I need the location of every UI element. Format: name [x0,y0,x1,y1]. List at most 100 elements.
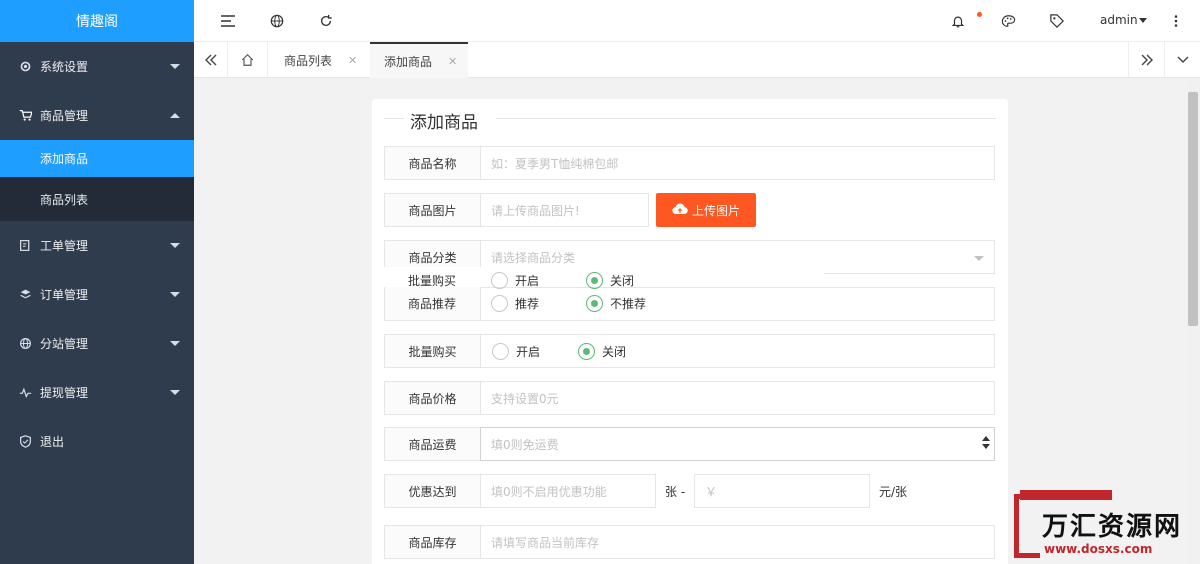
recommend-radio-group: 推荐 不推荐 [491,295,672,312]
watermark-text: 万汇资源网 [1042,512,1183,542]
tab-add-product[interactable]: 添加商品 ✕ [370,42,468,78]
app-logo[interactable]: 情趣阁 [0,0,194,42]
field-label: 商品库存 [384,525,481,559]
product-name-input[interactable]: 如：夏季男T恤纯棉包邮 [480,146,995,180]
field-row-bulk-buy: 批量购买 开启 关闭 [384,334,996,368]
chevron-down-icon[interactable] [1139,18,1147,23]
bulk-buy-radio-group: 开启 关闭 [491,272,660,289]
recommend-yes-radio[interactable]: 推荐 [491,295,539,312]
shield-icon [18,435,32,449]
site-watermark: 万汇资源网 www.dosxs.com [1010,488,1200,564]
radio-label: 不推荐 [610,297,647,311]
ticket-icon [18,239,32,253]
tabs-scroll-left-icon[interactable] [194,42,228,78]
scrollbar-thumb[interactable] [1188,92,1198,326]
close-icon[interactable]: ✕ [348,54,357,67]
upload-image-button[interactable]: 上传图片 [656,193,756,227]
legend-divider [384,118,404,119]
radio-icon [491,295,508,312]
radio-label: 开启 [515,274,540,288]
tabs-menu-chevron-icon[interactable] [1164,42,1200,78]
discount-price-input[interactable]: ￥ [694,474,870,508]
bulk-buy-off-radio[interactable]: 关闭 [578,342,627,360]
radio-icon [491,272,508,289]
sidebar-item-system-settings[interactable]: 系统设置 [0,42,194,91]
chevron-down-icon [170,242,180,248]
recommend-label: 商品推荐 [408,297,457,311]
radio-checked-icon [586,295,604,312]
cloud-upload-icon [672,202,688,218]
field-label: 优惠达到 [384,474,481,508]
chevron-down-icon [974,256,984,261]
radio-icon [492,342,509,360]
field-label: 商品名称 [384,146,481,180]
radio-label: 推荐 [515,297,540,311]
category-select-value: 请选择商品分类 [491,250,576,265]
field-row-shipping: 商品运费 填0则免运费 [384,427,996,461]
cart-icon [18,109,32,123]
sidebar-item-label: 退出 [40,435,65,449]
tab-label: 商品列表 [284,53,333,68]
chevron-down-icon [170,340,180,346]
number-spinner-icon[interactable] [982,436,990,449]
tag-icon[interactable] [1048,12,1066,30]
tab-product-list[interactable]: 商品列表 ✕ [270,42,370,78]
radio-checked-icon [578,342,596,360]
add-product-form: 添加商品 商品名称 如：夏季男T恤纯棉包邮 商品图片 请上传商品图片! 上传图片… [372,99,1008,564]
sidebar-item-label: 工单管理 [40,239,89,253]
field-row-image: 商品图片 请上传商品图片! [384,193,654,227]
field-label: 商品图片 [384,193,481,227]
close-icon[interactable]: ✕ [448,55,457,68]
sidebar-item-logout[interactable]: 退出 [0,417,194,466]
sidebar-item-label: 提现管理 [40,386,89,400]
sidebar-item-add-product[interactable]: 添加商品 [0,140,194,177]
chevron-down-icon [170,389,180,395]
stock-input[interactable]: 请填写商品当前库存 [480,525,995,559]
bell-icon[interactable] [949,12,967,30]
sidebar: 情趣阁 系统设置 商品管理 添加商品 商品列表 工单管理 订单管理 分站管理 提… [0,0,194,564]
sidebar-item-withdrawals[interactable]: 提现管理 [0,368,194,417]
radio-checked-icon [586,272,604,289]
chevron-down-icon [170,291,180,297]
sidebar-item-product-management[interactable]: 商品管理 [0,91,194,140]
bulk-buy-off-radio[interactable]: 关闭 [586,272,634,289]
sidebar-item-tickets[interactable]: 工单管理 [0,221,194,270]
field-label: 批量购买 [384,334,481,368]
user-menu[interactable]: admin [1100,13,1138,27]
product-image-input[interactable]: 请上传商品图片! [480,193,649,227]
notification-dot [977,12,982,17]
shipping-placeholder: 填0则免运费 [491,437,559,452]
layers-icon [18,288,32,302]
sidebar-item-orders[interactable]: 订单管理 [0,270,194,319]
radio-label: 关闭 [602,344,627,359]
globe-icon[interactable] [268,12,286,30]
radio-label: 关闭 [610,274,635,288]
chevron-down-icon [170,63,180,69]
palette-icon[interactable] [999,12,1017,30]
field-row-name: 商品名称 如：夏季男T恤纯棉包邮 [384,146,996,180]
field-row-price: 商品价格 支持设置0元 [384,381,996,415]
home-icon[interactable] [228,42,268,78]
menu-toggle-icon[interactable] [219,12,237,30]
recommend-no-radio[interactable]: 不推荐 [586,295,646,312]
shipping-input[interactable]: 填0则免运费 [480,427,995,461]
price-input[interactable]: 支持设置0元 [480,381,995,415]
discount-qty-input[interactable]: 填0则不启用优惠功能 [480,474,656,508]
more-vertical-icon[interactable] [1167,12,1185,30]
sidebar-item-substations[interactable]: 分站管理 [0,319,194,368]
refresh-icon[interactable] [317,12,335,30]
sidebar-item-label: 订单管理 [40,288,89,302]
bulk-buy-on-radio[interactable]: 开启 [491,272,539,289]
tabs-bar: 商品列表 ✕ 添加商品 ✕ [194,42,1200,78]
field-row-discount: 优惠达到 填0则不启用优惠功能 张 - ￥ 元/张 [384,474,924,508]
bulk-buy-radio-group: 开启 关闭 [480,334,995,368]
sidebar-submenu: 添加商品 商品列表 [0,140,194,221]
gear-icon [18,60,32,74]
tabs-scroll-right-icon[interactable] [1128,42,1164,78]
globe-icon [18,337,32,351]
sidebar-item-label: 商品管理 [40,109,89,123]
sidebar-item-product-list[interactable]: 商品列表 [0,177,194,221]
tab-label: 添加商品 [384,54,433,69]
bulk-buy-on-radio[interactable]: 开启 [492,342,540,360]
watermark-url: www.dosxs.com [1044,542,1153,556]
